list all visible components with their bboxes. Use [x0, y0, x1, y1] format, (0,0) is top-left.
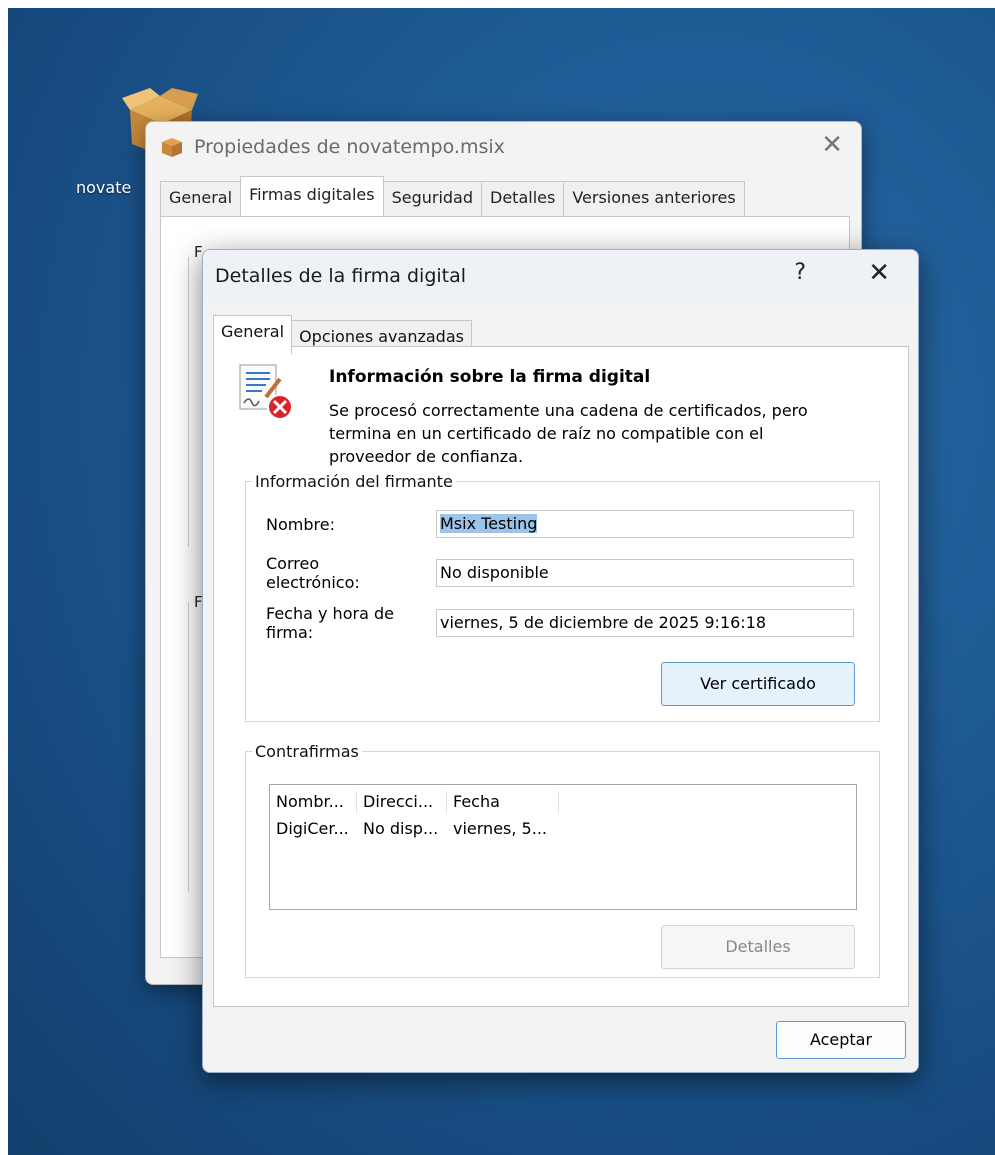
general-tab-panel: Información sobre la firma digital Se pr…	[213, 346, 909, 1007]
info-heading: Información sobre la firma digital	[329, 367, 651, 387]
cell-date: viernes, 5...	[453, 819, 547, 838]
help-icon[interactable]: ?	[794, 260, 806, 285]
email-label-line2: electrónico:	[266, 573, 360, 592]
desktop: novate Propiedades de novatempo.msix ✕ G…	[8, 8, 995, 1155]
countersignatures-list[interactable]: Nombr... Direcci... Fecha DigiCer... No …	[269, 784, 857, 910]
ok-button[interactable]: Aceptar	[776, 1021, 906, 1059]
signing-time-field[interactable]: viernes, 5 de diciembre de 2025 9:16:18	[436, 609, 854, 637]
column-header-address[interactable]: Direcci...	[357, 791, 447, 813]
close-icon[interactable]: ✕	[868, 258, 890, 288]
date-label-line2: firma:	[266, 623, 314, 642]
signer-info-group-title: Información del firmante	[255, 472, 453, 491]
tab-seguridad[interactable]: Seguridad	[382, 181, 482, 216]
tab-detalles[interactable]: Detalles	[481, 181, 565, 216]
column-header-name[interactable]: Nombr...	[270, 791, 357, 813]
info-description: Se procesó correctamente una cadena de c…	[329, 401, 808, 466]
cell-name: DigiCer...	[276, 819, 349, 838]
dialog-title: Detalles de la firma digital	[215, 265, 467, 287]
tab-versiones-anteriores[interactable]: Versiones anteriores	[563, 181, 745, 216]
name-label: Nombre:	[266, 515, 335, 534]
dialog-titlebar[interactable]: Detalles de la firma digital ? ✕	[203, 250, 918, 302]
list-header: Nombr... Direcci... Fecha	[270, 791, 559, 813]
name-field[interactable]: Msix Testing	[436, 510, 854, 538]
details-button[interactable]: Detalles	[661, 925, 855, 969]
cell-address: No disp...	[363, 819, 439, 838]
email-field[interactable]: No disponible	[436, 559, 854, 587]
countersignatures-group-title: Contrafirmas	[255, 742, 359, 761]
package-box-icon	[162, 138, 182, 157]
tab-general[interactable]: General	[213, 315, 293, 354]
properties-window-title: Propiedades de novatempo.msix	[194, 136, 505, 158]
desktop-icon-label[interactable]: novate	[76, 178, 131, 197]
close-icon[interactable]: ✕	[821, 130, 843, 160]
name-value: Msix Testing	[440, 514, 538, 533]
countersignatures-group: Contrafirmas Nombr... Direcci... Fecha D…	[245, 742, 880, 978]
certificate-error-icon	[239, 364, 293, 420]
tab-firmas-digitales[interactable]: Firmas digitales	[240, 176, 384, 217]
view-certificate-button[interactable]: Ver certificado	[661, 662, 855, 706]
tab-general[interactable]: General	[160, 181, 242, 216]
date-label-line1: Fecha y hora de	[266, 604, 394, 623]
column-header-date[interactable]: Fecha	[447, 791, 559, 813]
list-item[interactable]: DigiCer... No disp... viernes, 5...	[270, 818, 559, 840]
email-label-line1: Correo	[266, 554, 320, 573]
properties-tabs: General Firmas digitales Seguridad Detal…	[160, 176, 745, 217]
signature-details-dialog: Detalles de la firma digital ? ✕ General…	[202, 249, 919, 1073]
signer-info-group: Información del firmante Nombre: Msix Te…	[245, 472, 880, 722]
